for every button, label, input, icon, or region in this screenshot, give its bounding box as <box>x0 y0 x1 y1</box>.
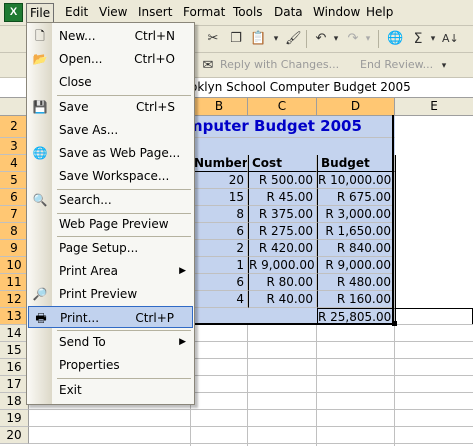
row-header-14[interactable]: 14 <box>0 325 29 342</box>
menu-item-exit[interactable]: Exit <box>28 379 193 401</box>
toolbar-separator <box>378 30 379 48</box>
toolbar-options-icon[interactable]: ▾ <box>436 58 452 74</box>
formula-bar-text: oklyn School Computer Budget 2005 <box>190 80 411 94</box>
row-header-13[interactable]: 13 <box>0 308 29 325</box>
menu-item-web-page-preview[interactable]: Web Page Preview <box>28 213 193 235</box>
autosum-icon[interactable]: Σ <box>410 31 426 47</box>
cut-icon[interactable]: ✂ <box>205 31 221 47</box>
open-icon: 📂 <box>32 52 48 66</box>
menu-item-send-to[interactable]: Send To ▶ <box>28 331 193 353</box>
menu-item-properties[interactable]: Properties <box>28 354 193 376</box>
column-e-range <box>395 155 473 308</box>
submenu-arrow-icon: ▶ <box>179 337 186 347</box>
menu-item-save-as[interactable]: Save As... <box>28 119 193 141</box>
paste-dropdown-icon[interactable]: ▾ <box>268 31 284 47</box>
menu-insert[interactable]: Insert <box>135 4 175 21</box>
reply-icon[interactable]: ✉ <box>200 58 216 74</box>
row-header-16[interactable]: 16 <box>0 359 29 376</box>
fill-handle[interactable] <box>392 321 397 326</box>
excel-app-icon[interactable]: X <box>4 3 23 22</box>
row-header-4[interactable]: 4 <box>0 155 29 172</box>
row-header-17[interactable]: 17 <box>0 376 29 393</box>
row-header-18[interactable]: 18 <box>0 393 29 410</box>
row-header-10[interactable]: 10 <box>0 257 29 274</box>
paste-icon[interactable]: 📋 <box>250 31 266 47</box>
menu-item-print-preview[interactable]: 🔎 Print Preview <box>28 283 193 305</box>
toolbar-separator <box>306 30 307 48</box>
menu-item-print-area[interactable]: Print Area ▶ <box>28 260 193 282</box>
web-page-icon: 🌐 <box>32 146 48 160</box>
submenu-arrow-icon: ▶ <box>179 266 186 276</box>
menu-format[interactable]: Format <box>180 4 228 21</box>
menu-file[interactable]: File <box>26 3 55 24</box>
cell-e13[interactable] <box>395 308 473 325</box>
row-header-19[interactable]: 19 <box>0 410 29 427</box>
autosum-dropdown-icon[interactable]: ▾ <box>425 31 441 47</box>
row-header-9[interactable]: 9 <box>0 240 29 257</box>
printer-icon: 🖶 <box>35 311 47 325</box>
row-header-8[interactable]: 8 <box>0 223 29 240</box>
redo-icon[interactable]: ↷ <box>345 31 361 47</box>
copy-icon[interactable]: ❐ <box>228 31 244 47</box>
select-all-corner[interactable] <box>0 98 29 116</box>
grid-col-line <box>247 324 248 446</box>
menu-item-save[interactable]: 💾 Save Ctrl+S <box>28 96 193 118</box>
hyperlink-icon[interactable]: 🌐 <box>387 31 403 47</box>
column-header-d[interactable]: D <box>317 98 395 116</box>
grid-col-line <box>394 324 395 446</box>
save-icon: 💾 <box>32 100 48 114</box>
row-header-2[interactable]: 2 <box>0 116 29 138</box>
column-header-b[interactable]: B <box>191 98 248 116</box>
file-menu-dropdown: 🗋 New... Ctrl+N 📂 Open... Ctrl+O Close 💾… <box>26 22 195 405</box>
end-review-button[interactable]: End Review... <box>360 56 433 74</box>
row-header-11[interactable]: 11 <box>0 274 29 291</box>
sort-ascending-icon[interactable]: A↓ <box>442 31 459 47</box>
row-header-20[interactable]: 20 <box>0 427 29 444</box>
column-header-c[interactable]: C <box>248 98 317 116</box>
undo-icon[interactable]: ↶ <box>313 31 329 47</box>
menu-item-page-setup[interactable]: Page Setup... <box>28 237 193 259</box>
menu-data[interactable]: Data <box>271 4 306 21</box>
row-header-12[interactable]: 12 <box>0 291 29 308</box>
redo-dropdown-icon[interactable]: ▾ <box>360 31 376 47</box>
new-icon: 🗋 <box>35 29 45 43</box>
menu-item-save-workspace[interactable]: Save Workspace... <box>28 165 193 187</box>
row-header-6[interactable]: 6 <box>0 189 29 206</box>
format-painter-icon[interactable]: 🖌 <box>285 31 302 47</box>
menu-item-close[interactable]: Close <box>28 71 193 93</box>
print-preview-icon: 🔎 <box>32 287 48 301</box>
grid-col-line <box>316 324 317 446</box>
row-header-7[interactable]: 7 <box>0 206 29 223</box>
selection-border <box>190 115 394 325</box>
menu-item-print[interactable]: 🖶 Print... Ctrl+P <box>28 306 193 328</box>
undo-dropdown-icon[interactable]: ▾ <box>328 31 344 47</box>
menu-item-save-as-web-page[interactable]: 🌐 Save as Web Page... <box>28 142 193 164</box>
reply-with-changes-button[interactable]: Reply with Changes... <box>220 56 339 74</box>
menu-window[interactable]: Window <box>310 4 363 21</box>
menu-view[interactable]: View <box>96 4 130 21</box>
menu-item-open[interactable]: 📂 Open... Ctrl+O <box>28 48 193 70</box>
menu-tools[interactable]: Tools <box>230 4 266 21</box>
row-header-15[interactable]: 15 <box>0 342 29 359</box>
menu-edit[interactable]: Edit <box>62 4 91 21</box>
row-header-5[interactable]: 5 <box>0 172 29 189</box>
search-icon: 🔍 <box>32 193 48 207</box>
menu-item-search[interactable]: 🔍 Search... <box>28 189 193 211</box>
row-header-3[interactable]: 3 <box>0 138 29 155</box>
menu-help[interactable]: Help <box>363 4 396 21</box>
column-header-e[interactable]: E <box>395 98 473 116</box>
menu-item-new[interactable]: 🗋 New... Ctrl+N <box>28 25 193 47</box>
